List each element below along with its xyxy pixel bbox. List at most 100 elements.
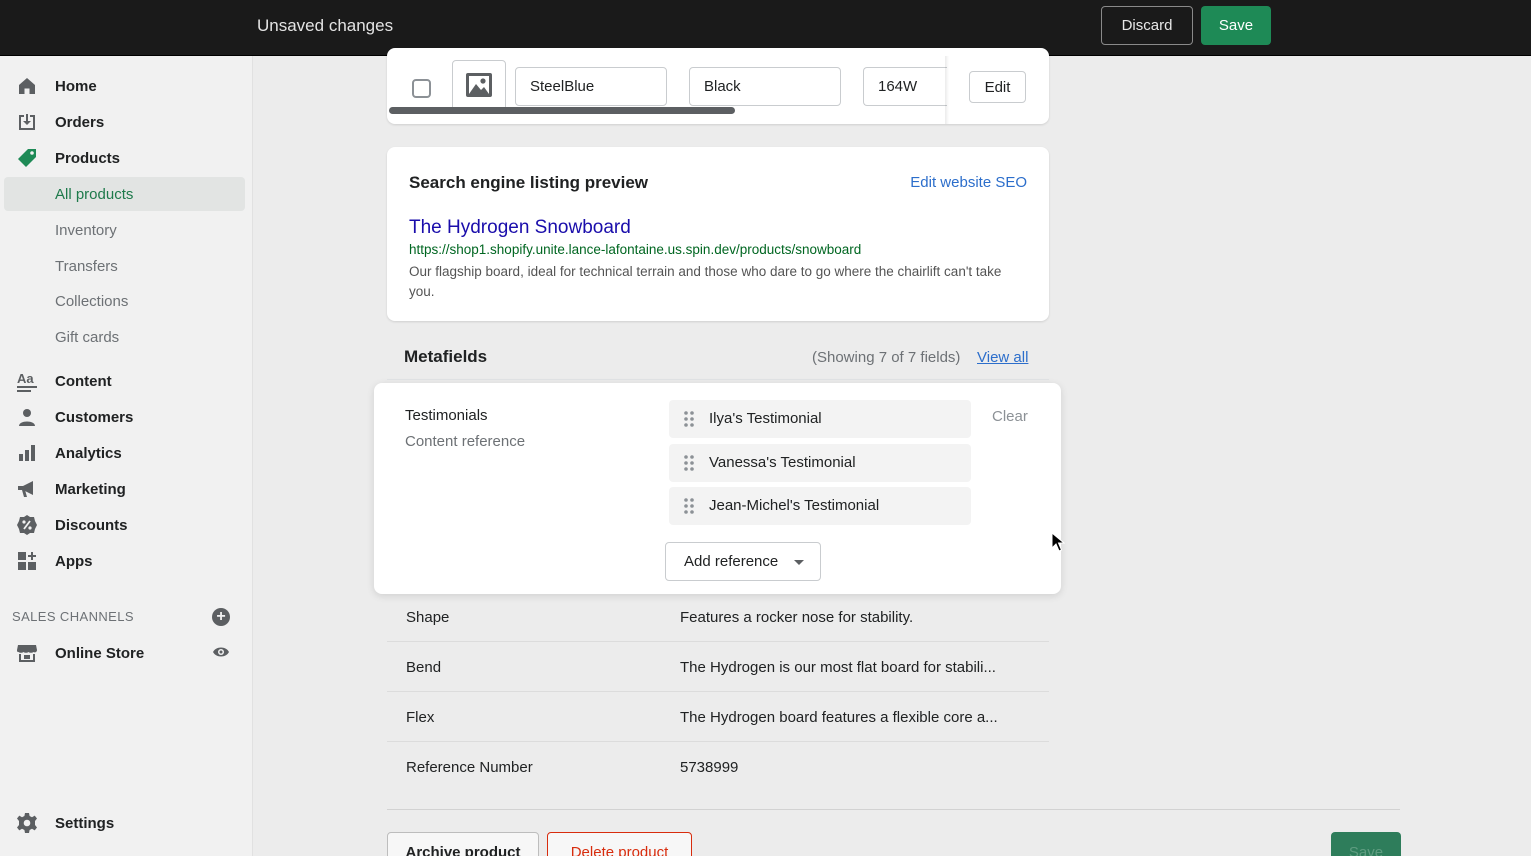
- variant-size-field[interactable]: 164W: [863, 67, 947, 106]
- metafield-key: Flex: [406, 709, 435, 726]
- sidebar-item-label: Orders: [55, 113, 105, 131]
- drag-handle-icon[interactable]: [683, 454, 695, 476]
- sidebar-item-online-store[interactable]: Online Store: [0, 636, 245, 670]
- sidebar-item-label: Marketing: [55, 480, 126, 498]
- add-sales-channel-plus-icon[interactable]: +: [212, 608, 230, 626]
- eye-icon[interactable]: [212, 645, 230, 663]
- delete-product-button[interactable]: Delete product: [547, 832, 692, 856]
- metafield-row[interactable]: Shape Features a rocker nose for stabili…: [387, 592, 1049, 642]
- scroll-shadow: [945, 56, 949, 124]
- metafield-row[interactable]: Flex The Hydrogen board features a flexi…: [387, 692, 1049, 742]
- sidebar-subitem-all-products[interactable]: All products: [4, 177, 245, 211]
- variants-card: SteelBlue Black 164W Edit: [387, 48, 1049, 124]
- drag-handle-icon[interactable]: [683, 410, 695, 432]
- main-content: SteelBlue Black 164W Edit Search engine …: [254, 48, 1531, 856]
- person-icon: [16, 406, 38, 428]
- add-reference-button[interactable]: Add reference: [665, 542, 821, 581]
- svg-text:Aa: Aa: [17, 371, 34, 386]
- gear-icon: [16, 812, 38, 834]
- store-icon: [16, 642, 38, 664]
- metafield-row[interactable]: Bend The Hydrogen is our most flat board…: [387, 642, 1049, 692]
- reference-item[interactable]: Vanessa's Testimonial: [669, 444, 971, 482]
- metafield-key: Reference Number: [406, 759, 533, 776]
- sidebar-item-label: Analytics: [55, 444, 122, 462]
- discard-button[interactable]: Discard: [1101, 6, 1193, 45]
- seo-page-title: The Hydrogen Snowboard: [409, 217, 631, 238]
- divider: [387, 379, 1049, 380]
- drag-handle-icon[interactable]: [683, 497, 695, 519]
- image-icon: [465, 72, 493, 102]
- metafield-value[interactable]: 5738999: [680, 759, 738, 776]
- variant-checkbox[interactable]: [412, 79, 431, 98]
- save-button-bottom[interactable]: Save: [1331, 832, 1401, 856]
- metafield-value[interactable]: Features a rocker nose for stability.: [680, 609, 913, 626]
- save-button[interactable]: Save: [1201, 6, 1271, 45]
- home-icon: [16, 75, 38, 97]
- seo-url: https://shop1.shopify.unite.lance-lafont…: [409, 242, 862, 257]
- metafield-row[interactable]: Reference Number 5738999: [387, 742, 1049, 792]
- sidebar-subitem-collections[interactable]: Collections: [4, 284, 245, 318]
- sidebar-subitem-label: Gift cards: [55, 328, 120, 346]
- sales-channels-heading: SALES CHANNELS: [12, 609, 134, 624]
- reference-item[interactable]: Ilya's Testimonial: [669, 400, 971, 438]
- metafield-key: Bend: [406, 659, 442, 676]
- caret-down-icon: [794, 560, 804, 565]
- metafield-value[interactable]: The Hydrogen is our most flat board for …: [680, 659, 996, 676]
- mouse-cursor-icon: [1051, 531, 1066, 556]
- sidebar-item-customers[interactable]: Customers: [0, 400, 245, 434]
- content-icon: Aa: [16, 370, 38, 392]
- unsaved-changes-title: Unsaved changes: [257, 16, 394, 35]
- variant-image-placeholder[interactable]: [452, 60, 506, 114]
- sidebar-item-label: Products: [55, 149, 121, 167]
- discount-icon: [16, 514, 38, 536]
- sidebar-subitem-inventory[interactable]: Inventory: [4, 213, 245, 247]
- edit-website-seo-link[interactable]: Edit website SEO: [910, 174, 1027, 191]
- sidebar-item-label: Customers: [55, 408, 134, 426]
- sidebar-item-apps[interactable]: Apps: [0, 544, 245, 578]
- reference-label: Vanessa's Testimonial: [709, 454, 856, 471]
- metafield-key: Shape: [406, 609, 450, 626]
- sidebar-item-settings[interactable]: Settings: [0, 806, 245, 840]
- reference-item[interactable]: Jean-Michel's Testimonial: [669, 487, 971, 525]
- view-all-link[interactable]: View all: [977, 349, 1028, 366]
- sidebar-item-marketing[interactable]: Marketing: [0, 472, 245, 506]
- orders-icon: [16, 111, 38, 133]
- sidebar-item-products[interactable]: Products: [0, 141, 245, 175]
- archive-product-button[interactable]: Archive product: [387, 832, 539, 856]
- sidebar-item-content[interactable]: Aa Content: [0, 364, 245, 398]
- metafields-count: (Showing 7 of 7 fields): [812, 349, 961, 366]
- megaphone-icon: [16, 478, 38, 500]
- clear-button[interactable]: Clear: [992, 408, 1028, 425]
- sidebar-item-label: Content: [55, 372, 112, 390]
- sidebar: Home Orders Products All products Invent…: [0, 56, 253, 856]
- sidebar-item-discounts[interactable]: Discounts: [0, 508, 245, 542]
- metafield-name: Testimonials: [405, 407, 488, 424]
- seo-heading: Search engine listing preview: [409, 173, 649, 192]
- seo-description: Our flagship board, ideal for technical …: [409, 264, 1002, 299]
- divider: [387, 809, 1400, 810]
- metafields-heading: Metafields: [404, 347, 488, 366]
- variant-color-field[interactable]: SteelBlue: [515, 67, 667, 106]
- metafield-value[interactable]: The Hydrogen board features a flexible c…: [680, 709, 998, 726]
- sidebar-subitem-label: Inventory: [55, 221, 117, 239]
- variant-binding-field[interactable]: Black: [689, 67, 841, 106]
- variant-edit-button[interactable]: Edit: [969, 71, 1026, 103]
- tag-icon: [16, 147, 38, 169]
- sidebar-subitem-label: Transfers: [55, 257, 118, 275]
- sidebar-item-analytics[interactable]: Analytics: [0, 436, 245, 470]
- horizontal-scrollbar[interactable]: [389, 107, 735, 114]
- sidebar-item-orders[interactable]: Orders: [0, 105, 245, 139]
- sidebar-item-home[interactable]: Home: [0, 69, 245, 103]
- sidebar-subitem-transfers[interactable]: Transfers: [4, 249, 245, 283]
- sidebar-subitem-label: All products: [55, 185, 134, 203]
- reference-label: Jean-Michel's Testimonial: [709, 497, 880, 514]
- bar-chart-icon: [16, 442, 38, 464]
- add-reference-label: Add reference: [684, 553, 779, 570]
- sidebar-item-label: Discounts: [55, 516, 128, 534]
- sidebar-item-label: Online Store: [55, 644, 145, 662]
- apps-icon: [16, 550, 38, 572]
- sidebar-subitem-gift-cards[interactable]: Gift cards: [4, 320, 245, 354]
- sidebar-subitem-label: Collections: [55, 292, 129, 310]
- sidebar-item-label: Settings: [55, 814, 115, 832]
- testimonials-metafield-card: Testimonials Content reference Ilya's Te…: [374, 383, 1061, 594]
